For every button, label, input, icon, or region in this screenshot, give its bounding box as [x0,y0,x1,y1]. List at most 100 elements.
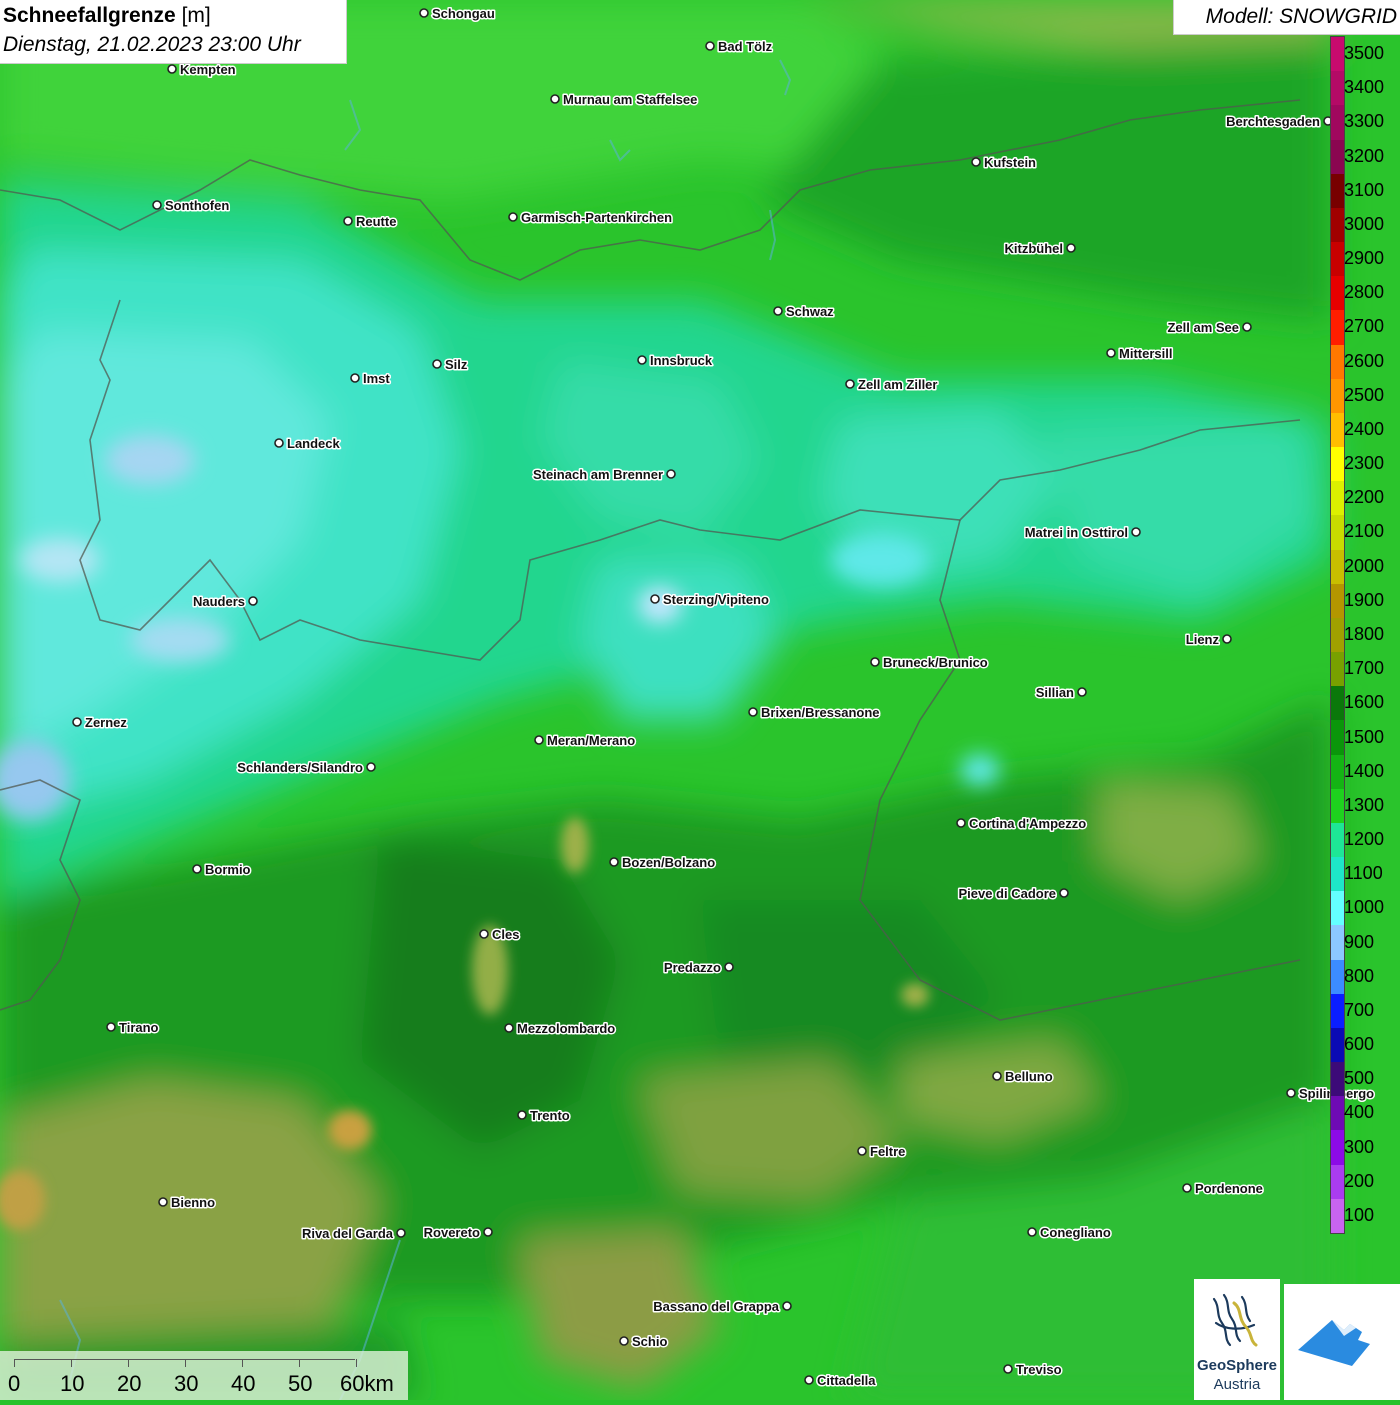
legend-label: 1000 [1344,897,1385,918]
snowfall-line-map[interactable]: Schongau Bad Tölz Kempten Murnau am Staffel… [0,0,1400,1400]
city-label: Riva del Garda [302,1226,394,1241]
city-label: Kempten [180,62,236,77]
city-marker[interactable]: Innsbruck [637,352,714,370]
legend-swatch [1331,720,1344,756]
city-dot-icon [705,41,715,51]
legend-label: 2400 [1344,418,1385,439]
city-marker[interactable]: Bozen/Bolzano [609,854,717,872]
legend-swatch [1331,686,1344,721]
city-marker[interactable]: Riva del Garda [300,1225,406,1243]
city-dot-icon [1286,1088,1296,1098]
geosphere-logo[interactable]: GeoSphere Austria [1194,1279,1280,1400]
city-label: Schio [632,1334,667,1349]
city-marker[interactable]: Murnau am Staffelsee [550,91,699,109]
app-logo[interactable] [1284,1284,1400,1400]
city-label: Conegliano [1040,1225,1111,1240]
city-marker[interactable]: Bassano del Grappa [652,1298,792,1316]
legend-swatch [1331,754,1344,790]
scale-tick [299,1359,300,1367]
city-label: Sonthofen [165,198,229,213]
city-dot-icon [857,1146,867,1156]
legend-label: 1900 [1344,589,1385,610]
city-dot-icon [419,8,429,18]
legend-swatch [1331,1164,1344,1200]
city-marker[interactable]: Schlanders/Silandro [236,759,376,777]
city-marker[interactable]: Pordenone [1182,1180,1264,1198]
city-marker[interactable]: Bruneck/Brunico [870,654,989,672]
city-marker[interactable]: Mezzolombardo [504,1020,617,1038]
city-marker[interactable]: Zell am See [1166,319,1252,337]
legend-swatch [1331,1198,1344,1234]
city-marker[interactable]: Conegliano [1027,1224,1112,1242]
legend-swatch [1331,207,1344,243]
legend-label: 3200 [1344,145,1385,166]
city-label: Reutte [356,214,396,229]
city-marker[interactable]: Sonthofen [152,197,231,215]
legend-swatch [1331,242,1344,277]
city-label: Trento [530,1108,570,1123]
city-dot-icon [1077,687,1087,697]
city-label: Kufstein [984,155,1036,170]
legend-label: 1200 [1344,829,1385,850]
city-label: Tirano [119,1020,159,1035]
city-label: Belluno [1005,1069,1053,1084]
city-label: Schwaz [786,304,834,319]
city-label: Rovereto [424,1225,480,1240]
legend-label: 3500 [1344,43,1385,64]
legend-swatch [1331,412,1344,448]
city-label: Berchtesgaden [1226,114,1320,129]
city-marker[interactable]: Zell am Ziller [845,376,939,394]
city-dot-icon [152,200,162,210]
legend-label: 100 [1344,1204,1375,1225]
city-dot-icon [517,1110,527,1120]
city-dot-icon [782,1301,792,1311]
scale-tick [128,1359,129,1367]
legend-swatch [1331,37,1344,72]
city-label: Schongau [432,6,495,21]
mountain-logo-icon [1298,1320,1370,1366]
city-dot-icon [158,1197,168,1207]
city-label: Kitzbühel [1005,241,1064,256]
city-label: Mittersill [1119,346,1172,361]
legend-swatch [1331,1096,1344,1131]
scale-label: 40 [231,1371,256,1396]
city-dot-icon [748,707,758,717]
scale-tick [356,1359,357,1367]
city-dot-icon [666,469,676,479]
legend-swatch [1331,71,1344,106]
map-unit: [m] [181,4,211,27]
city-dot-icon [1242,322,1252,332]
city-marker[interactable]: Pieve di Cadore [957,885,1069,903]
map-title: Schneefallgrenze [m] [3,4,211,27]
city-dot-icon [637,355,647,365]
city-marker[interactable]: Meran/Merano [534,732,637,750]
legend-label: 1500 [1344,726,1385,747]
city-marker[interactable]: Cortina d'Ampezzo [956,815,1088,833]
scale-label: 10 [60,1371,85,1396]
city-label: Murnau am Staffelsee [563,92,697,107]
city-dot-icon [1182,1183,1192,1193]
city-marker[interactable]: Steinach am Brenner [531,466,676,484]
legend-label: 2200 [1344,487,1385,508]
city-dot-icon [650,594,660,604]
city-marker[interactable]: Brixen/Bressanone [748,704,881,722]
city-label: Feltre [870,1144,905,1159]
city-dot-icon [483,1227,493,1237]
city-dot-icon [106,1022,116,1032]
city-marker[interactable]: Berchtesgaden [1225,113,1333,131]
geosphere-name: GeoSphere [1196,1357,1278,1374]
city-dot-icon [248,596,258,606]
legend-swatch [1331,652,1344,687]
city-dot-icon [1222,634,1232,644]
scale-tick [185,1359,186,1367]
city-dot-icon [1059,888,1069,898]
legend-label: 3300 [1344,111,1385,132]
city-marker[interactable]: Matrei in Osttirol [1023,524,1141,542]
legend-label: 3400 [1344,77,1385,98]
legend-label: 1400 [1344,760,1385,781]
city-marker[interactable]: Garmisch-Partenkirchen [508,209,674,227]
city-marker[interactable]: Sterzing/Vipiteno [650,591,770,609]
city-label: Bassano del Grappa [653,1299,779,1314]
city-marker[interactable]: Schongau [419,5,496,23]
legend-label: 3100 [1344,179,1385,200]
